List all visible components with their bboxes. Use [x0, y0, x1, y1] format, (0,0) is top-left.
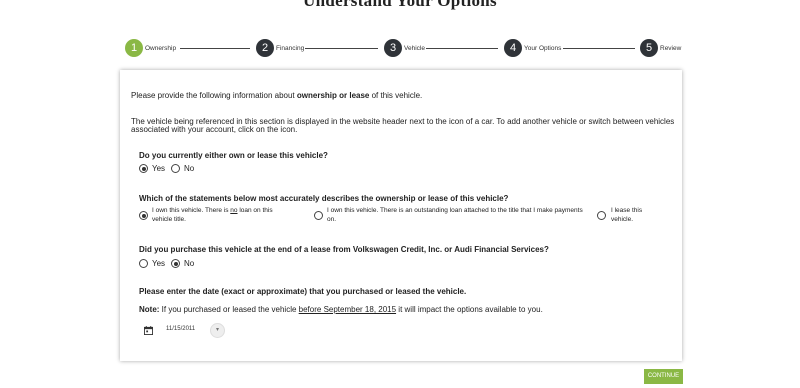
step-vehicle[interactable]: 3 Vehicle: [384, 38, 425, 58]
page-title: Understand Your Options: [303, 0, 497, 10]
note-post: it will impact the options available to …: [396, 305, 543, 314]
step-number: 5: [640, 39, 658, 57]
radio-own-lease-no[interactable]: [171, 164, 180, 173]
note-text: Note: If you purchased or leased the veh…: [139, 305, 543, 314]
purchase-date-field[interactable]: 11/15/2011 ▾: [160, 323, 225, 338]
step-number: 2: [256, 39, 274, 57]
opt1-text: I own this vehicle. There is: [152, 207, 231, 214]
intro-prefix: Please provide the following information…: [131, 91, 297, 100]
step-your-options[interactable]: 4 Your Options: [504, 38, 561, 58]
radio-end-lease-no[interactable]: [171, 259, 180, 268]
radio-label-yes: Yes: [152, 259, 166, 268]
radio-label-no: No: [184, 259, 195, 268]
vehicle-info-line2: associated with your account, click on t…: [131, 125, 298, 134]
step-ownership[interactable]: 1 Ownership: [125, 38, 176, 58]
question-ownership-statement: Which of the statements below most accur…: [139, 194, 509, 203]
step-connector: [305, 48, 378, 49]
continue-button[interactable]: CONTINUE: [644, 369, 683, 384]
intro-bold: ownership or lease: [296, 91, 370, 100]
chevron-down-icon[interactable]: ▾: [210, 323, 225, 338]
step-number: 3: [384, 39, 402, 57]
progress-stepper: 1 Ownership 2 Financing 3 Vehicle 4 Your…: [0, 38, 800, 60]
radio-own-with-loan[interactable]: [314, 211, 323, 220]
step-label: Ownership: [145, 44, 177, 52]
intro-text: Please provide the following information…: [131, 91, 422, 100]
note-pre: If you purchased or leased the vehicle: [159, 305, 299, 314]
step-financing[interactable]: 2 Financing: [256, 38, 304, 58]
note-underlined-date: before September 18, 2015: [298, 305, 397, 314]
radio-label-yes: Yes: [152, 164, 166, 173]
radio-lease[interactable]: [597, 211, 606, 220]
intro-suffix: of this vehicle.: [369, 91, 423, 100]
question-purchase-end-of-lease: Did you purchase this vehicle at the end…: [139, 245, 549, 254]
calendar-icon[interactable]: [144, 326, 153, 335]
step-label: Vehicle: [404, 44, 425, 52]
radio-own-no-loan[interactable]: [139, 211, 148, 220]
radio-label-lease: I lease this vehicle.: [611, 207, 643, 223]
ownership-form-card: Please provide the following information…: [120, 70, 682, 361]
radio-end-lease-yes[interactable]: [139, 259, 148, 268]
radio-label-no: No: [184, 164, 195, 173]
radio-label-own-no-loan: I own this vehicle. There is no loan on …: [152, 207, 292, 224]
date-value: 11/15/2011: [166, 326, 196, 332]
opt1-underline: no: [230, 207, 238, 214]
radio-own-lease-yes[interactable]: [139, 164, 148, 173]
step-label: Your Options: [524, 44, 562, 52]
question-purchase-date: Please enter the date (exact or approxim…: [139, 287, 467, 296]
step-review[interactable]: 5 Review: [640, 38, 681, 58]
note-label: Note:: [139, 305, 160, 314]
step-connector: [563, 48, 635, 49]
step-number: 1: [125, 39, 143, 57]
step-label: Financing: [276, 44, 305, 52]
step-connector: [426, 48, 498, 49]
question-own-or-lease: Do you currently either own or lease thi…: [139, 151, 328, 160]
step-label: Review: [660, 44, 682, 52]
step-number: 4: [504, 39, 522, 57]
radio-label-own-with-loan: I own this vehicle. There is an outstand…: [327, 207, 583, 223]
step-connector: [180, 48, 250, 49]
